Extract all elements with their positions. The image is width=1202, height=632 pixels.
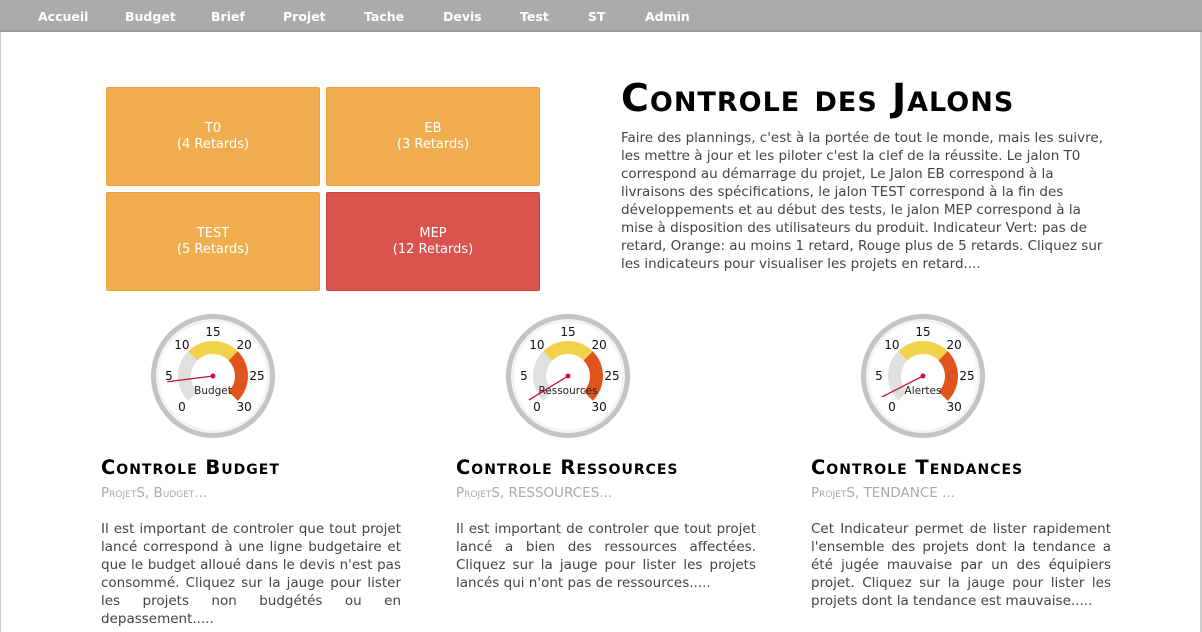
gauge-tick-label: 10: [529, 338, 544, 352]
gauge-tick-label: 20: [236, 338, 251, 352]
nav-item-st[interactable]: ST: [588, 9, 606, 24]
gauge-dial: 0 5 10 15 20 25 30 Alertes: [861, 314, 985, 438]
jalon-tile-retards: (12 Retards): [392, 241, 474, 257]
section-text-budget: Il est important de controler que tout p…: [101, 521, 401, 627]
ressources-gauge[interactable]: 0 5 10 15 20 25 30 Ressources: [504, 312, 632, 440]
nav-item-admin[interactable]: Admin: [645, 9, 690, 24]
section-subtitle-ressources: ProjetS, RESSOURCES...: [456, 485, 613, 501]
page-title: Controle des Jalons: [621, 76, 1015, 120]
section-text-ressources: Il est important de controler que tout p…: [456, 521, 756, 591]
section-title-ressources: Controle Ressources: [456, 456, 679, 479]
jalon-tile-name: TEST: [196, 225, 230, 241]
gauge-needle-hub: [210, 373, 216, 379]
gauge-dial: 051015202530Budget: [151, 314, 275, 438]
jalon-tile-retards: (4 Retards): [176, 136, 250, 152]
jalon-tile-test[interactable]: TEST (5 Retards): [106, 192, 320, 291]
gauge-tick-label: 15: [915, 325, 930, 339]
gauge-tick-label: 0: [178, 400, 186, 414]
alertes-gauge[interactable]: 0 5 10 15 20 25 30 Alertes: [859, 312, 987, 440]
nav-item-devis[interactable]: Devis: [443, 9, 482, 24]
gauge-tick-label: 30: [946, 400, 961, 414]
nav-item-budget[interactable]: Budget: [125, 9, 176, 24]
jalons-intro-text: Faire des plannings, c'est à la portée d…: [621, 130, 1103, 272]
section-subtitle-tendances: ProjetS, TENDANCE ...: [811, 485, 955, 501]
gauge-tick-label: 5: [875, 369, 883, 383]
gauge-label: Ressources: [538, 385, 597, 397]
section-title-tendances: Controle Tendances: [811, 456, 1024, 479]
gauge-tick-label: 0: [888, 400, 896, 414]
gauge-tick-label: 5: [520, 369, 528, 383]
section-subtitle-budget: ProjetS, Budget...: [101, 485, 208, 501]
gauge-tick-label: 25: [959, 369, 974, 383]
jalon-tile-name: EB: [424, 120, 442, 136]
nav-item-accueil[interactable]: Accueil: [38, 9, 88, 24]
jalon-tile-t0[interactable]: T0 (4 Retards): [106, 87, 320, 186]
gauge-tick-label: 30: [591, 400, 606, 414]
top-navigation-bar: Accueil Budget Brief Projet Tache Devis …: [0, 0, 1202, 32]
section-title-budget: Controle Budget: [101, 456, 280, 479]
nav-item-test[interactable]: Test: [520, 9, 549, 24]
jalon-tile-eb[interactable]: EB (3 Retards): [326, 87, 540, 186]
gauge-label: Alertes: [905, 385, 942, 397]
gauge-needle-hub: [565, 373, 571, 379]
section-text-tendances: Cet Indicateur permet de lister rapideme…: [811, 521, 1111, 609]
jalon-tile-retards: (3 Retards): [396, 136, 470, 152]
gauge-tick-label: 15: [560, 325, 575, 339]
nav-item-brief[interactable]: Brief: [211, 9, 245, 24]
gauge-tick-label: 20: [591, 338, 606, 352]
gauge-tick-label: 10: [174, 338, 189, 352]
jalon-tile-name: T0: [204, 120, 222, 136]
jalon-tile-mep[interactable]: MEP (12 Retards): [326, 192, 540, 291]
jalon-tile-name: MEP: [419, 225, 447, 241]
gauge-tick-label: 30: [236, 400, 251, 414]
budget-gauge[interactable]: 0 5 10 15 20 25 30 Budget: [149, 312, 277, 440]
gauge-tick-label: 20: [946, 338, 961, 352]
gauge-tick-label: 15: [205, 325, 220, 339]
nav-item-projet[interactable]: Projet: [283, 9, 326, 24]
gauge-tick-label: 25: [604, 369, 619, 383]
gauge-needle-hub: [920, 373, 926, 379]
jalon-tile-retards: (5 Retards): [176, 241, 250, 257]
gauge-tick-label: 25: [249, 369, 264, 383]
gauge-tick-label: 10: [884, 338, 899, 352]
gauge-dial: 0 5 10 15 20 25 30 Ressources: [506, 314, 630, 438]
gauge-label: Budget: [194, 385, 232, 397]
gauge-tick-label: 0: [533, 400, 541, 414]
nav-item-tache[interactable]: Tache: [364, 9, 404, 24]
